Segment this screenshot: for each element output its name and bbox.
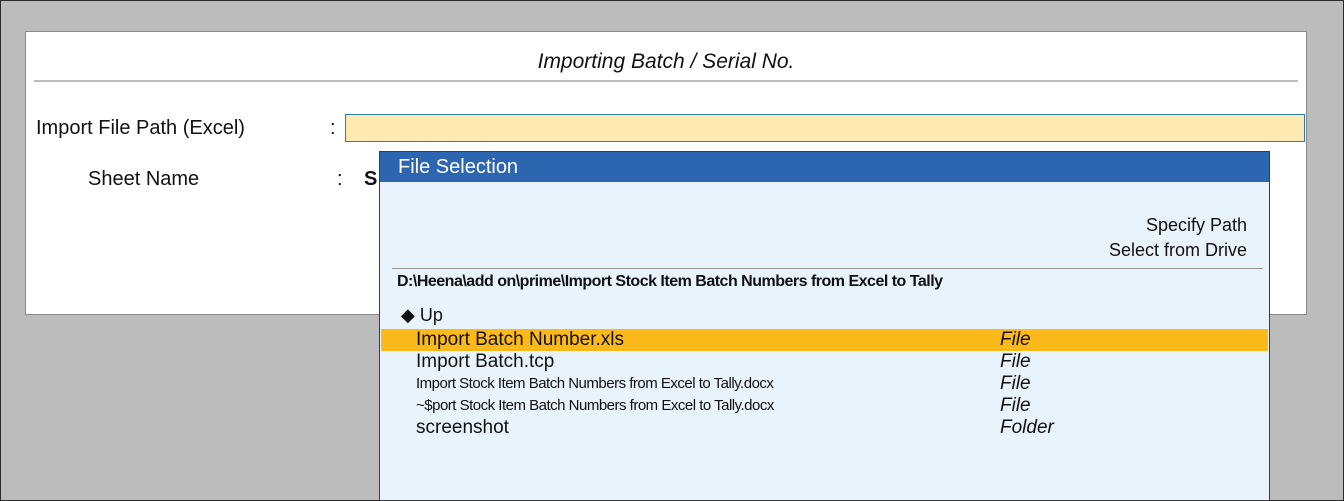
file-name: Import Batch Number.xls	[416, 329, 625, 350]
file-name: Import Batch.tcp	[416, 351, 555, 372]
file-selection-popup: File Selection Specify Path Select from …	[379, 151, 1270, 501]
file-selection-title: File Selection	[380, 152, 1269, 182]
file-name: ~$port Stock Item Batch Numbers from Exc…	[416, 397, 774, 414]
file-type: File	[1000, 329, 1031, 350]
up-directory-item[interactable]: ◆ Up	[401, 305, 443, 326]
import-file-path-label: Import File Path (Excel)	[36, 117, 245, 139]
file-list-item[interactable]: ~$port Stock Item Batch Numbers from Exc…	[381, 395, 1268, 417]
file-list: Import Batch Number.xls File Import Batc…	[381, 329, 1268, 439]
file-list-item[interactable]: screenshot Folder	[381, 417, 1268, 439]
file-type: File	[1000, 351, 1031, 372]
path-divider	[392, 268, 1263, 269]
specify-path-option[interactable]: Specify Path	[1146, 215, 1247, 236]
file-list-item[interactable]: Import Batch.tcp File	[381, 351, 1268, 373]
file-list-item[interactable]: Import Stock Item Batch Numbers from Exc…	[381, 373, 1268, 395]
import-file-path-input[interactable]	[345, 114, 1305, 142]
file-type: File	[1000, 373, 1031, 394]
file-name: Import Stock Item Batch Numbers from Exc…	[416, 375, 774, 392]
form-title: Importing Batch / Serial No.	[34, 50, 1298, 82]
sheet-name-value[interactable]: S	[364, 168, 377, 191]
select-from-drive-option[interactable]: Select from Drive	[1109, 240, 1247, 261]
sheet-name-colon: :	[337, 168, 343, 190]
file-type: Folder	[1000, 417, 1054, 438]
file-name: screenshot	[416, 417, 509, 438]
sheet-name-label: Sheet Name	[88, 168, 200, 190]
file-list-item[interactable]: Import Batch Number.xls File	[381, 329, 1268, 351]
current-path: D:\Heena\add on\prime\Import Stock Item …	[397, 273, 943, 290]
import-file-path-colon: :	[330, 117, 336, 139]
file-type: File	[1000, 395, 1031, 416]
